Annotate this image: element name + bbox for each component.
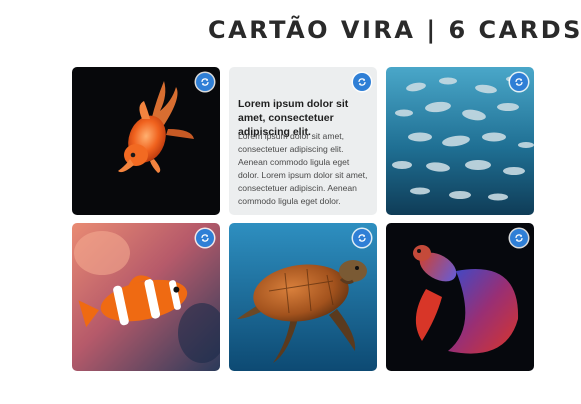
flip-icon[interactable] [353, 73, 371, 91]
flip-card-clownfish[interactable] [72, 223, 220, 371]
refresh-icon [515, 234, 523, 242]
flip-icon[interactable] [196, 229, 214, 247]
refresh-icon [201, 78, 209, 86]
page: CARTÃO VIRA | 6 CARDS Lorem ipsum dolor … [0, 0, 581, 404]
page-title: CARTÃO VIRA | 6 CARDS [208, 16, 581, 44]
card-body-text: Lorem ipsum dolor sit amet, consectetuer… [238, 131, 368, 206]
refresh-icon [515, 78, 523, 86]
flip-card-betta-fish[interactable] [386, 223, 534, 371]
flip-card-text[interactable]: Lorem ipsum dolor sit amet, consectetuer… [229, 67, 377, 215]
flip-icon[interactable] [510, 73, 528, 91]
clownfish-image [72, 223, 220, 371]
flip-card-school-of-fish[interactable] [386, 67, 534, 215]
flip-icon[interactable] [196, 73, 214, 91]
flip-icon[interactable] [510, 229, 528, 247]
goldfish-image [72, 67, 220, 215]
betta-fish-image [386, 223, 534, 371]
refresh-icon [358, 78, 366, 86]
refresh-icon [201, 234, 209, 242]
sea-turtle-image [229, 223, 377, 371]
refresh-icon [358, 234, 366, 242]
flip-card-goldfish[interactable] [72, 67, 220, 215]
school-of-fish-image [386, 67, 534, 215]
flip-icon[interactable] [353, 229, 371, 247]
flip-card-sea-turtle[interactable] [229, 223, 377, 371]
